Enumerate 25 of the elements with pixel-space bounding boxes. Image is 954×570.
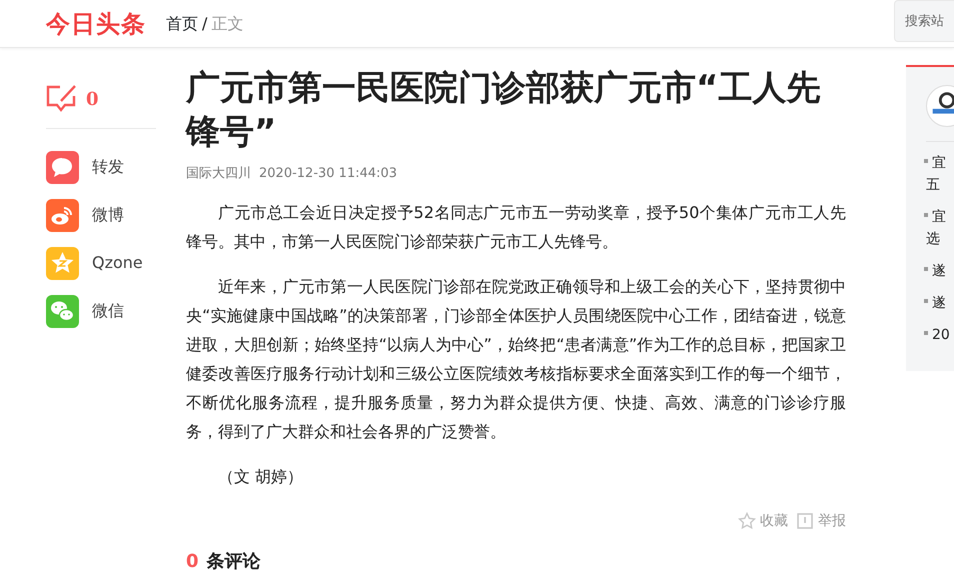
search-field[interactable]: 搜索站	[894, 0, 954, 42]
sidebar-news-link[interactable]: 20	[926, 324, 954, 346]
breadcrumb-separator: /	[202, 12, 208, 34]
comment-icon[interactable]	[46, 84, 78, 114]
comment-heading: 条评论	[206, 550, 261, 570]
article-source[interactable]: 国际大四川	[186, 164, 251, 184]
share-link[interactable]: Qzone	[46, 239, 156, 287]
sidebar-news-link[interactable]: 遂	[926, 292, 954, 314]
sidebar-news-link[interactable]: 宜 五	[926, 152, 954, 196]
share-link[interactable]: 微信	[46, 287, 156, 335]
report-icon	[796, 512, 814, 530]
share-link[interactable]: 转发	[46, 143, 156, 191]
article-paragraph: 广元市总工会近日决定授予52名同志广元市五一劳动奖章，授予50个集体广元市工人先锋号。其中，市第一人民医院门诊部荣获广元市工人先锋号。	[186, 202, 846, 252]
logo[interactable]: 今日头条	[46, 6, 146, 42]
article-paragraph: （文 胡婷）	[217, 466, 304, 488]
share-link[interactable]: 微博	[46, 191, 156, 239]
publish-time: 2020-12-30 11:44:03	[259, 165, 398, 183]
sidebar-news-link[interactable]: 遂	[926, 260, 954, 282]
article-paragraph: 近年来，广元市第一人民医院门诊部在院党政正确领导和上级工会的关心下，坚持贯彻中央“实施健康中国战略”的决策部署，门诊部全体医护人员围绕医院中心工作，团结奋进，锐意进取，大胆创新；始终坚持“以病人为中心”，始终把“患者满意”作为工作的总目标，把国家卫健委改善医疗服务行动计划和三级公立医院绩效考核指标要求全面落实到工作的每一个细节，不断优化服务流程，提升服务质量，努力为群众提供方便、快捷、高效、满意的门诊诊疗服务，得到了广大群众和社会各界的广泛赞誉。	[186, 276, 846, 442]
comment-count: 0	[86, 88, 99, 112]
star-icon	[738, 512, 756, 530]
article-title: 广元市第一民医院门诊部获广元市“工人先锋号”	[186, 67, 822, 154]
sidebar-news-link[interactable]: 宜 选	[926, 206, 954, 250]
breadcrumb-link[interactable]: 首页	[166, 12, 198, 36]
comment-count: 0	[186, 550, 199, 570]
